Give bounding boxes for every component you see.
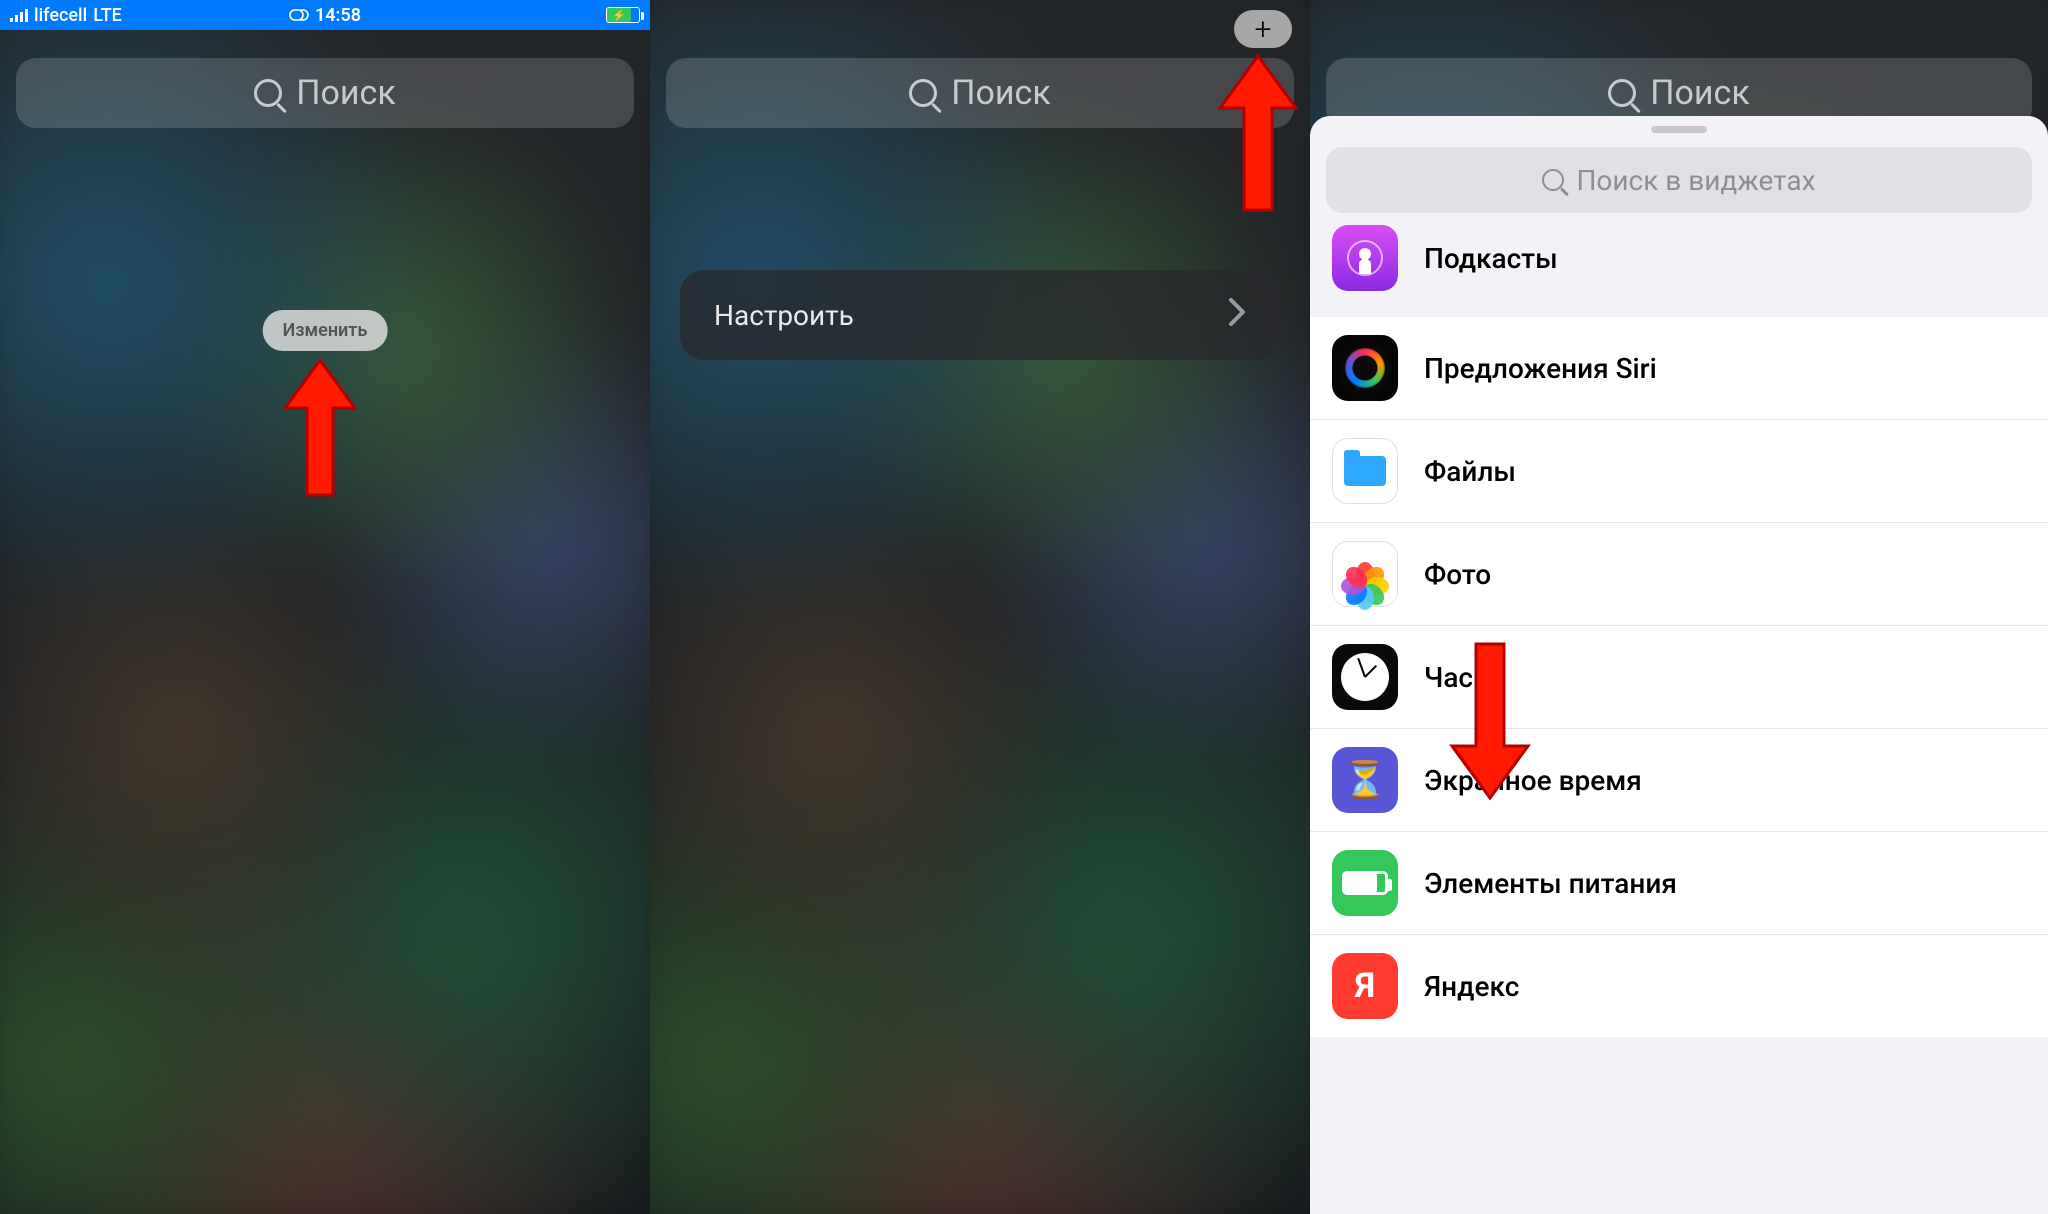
annotation-arrow-up [1208, 48, 1308, 218]
add-widget-button[interactable]: + [1234, 10, 1292, 48]
widget-row-siri[interactable]: Предложения Siri [1310, 317, 2048, 420]
annotation-arrow-down [1440, 636, 1540, 806]
plus-icon: + [1255, 12, 1272, 47]
widget-row-podcasts[interactable]: Подкасты [1310, 221, 2048, 317]
widget-list: Подкасты Предложения Siri Файлы [1310, 221, 2048, 1037]
screenshot-step-3: Поиск Поиск в виджетах Подкасты Предложе… [1310, 0, 2048, 1214]
search-field[interactable]: Поиск [16, 58, 634, 128]
yandex-icon: Я [1332, 953, 1398, 1019]
status-time: 14:58 [315, 5, 361, 26]
screenshot-step-1: lifecell LTE 14:58 ⚡ Поиск Изменить [0, 0, 650, 1214]
link-icon [289, 9, 309, 21]
widget-search-field[interactable]: Поиск в виджетах [1326, 147, 2032, 213]
widget-picker-sheet: Поиск в виджетах Подкасты Предложения Si… [1310, 116, 2048, 1214]
search-icon [909, 79, 937, 107]
carrier-label: lifecell [34, 5, 87, 26]
search-placeholder: Поиск [951, 73, 1050, 113]
widget-row-clock[interactable]: Часы [1310, 626, 2048, 729]
chevron-right-icon [1228, 297, 1246, 334]
signal-icon [10, 8, 28, 22]
siri-icon [1332, 335, 1398, 401]
screenshot-step-2: + Поиск Настроить [650, 0, 1310, 1214]
widget-row-yandex[interactable]: Я Яндекс [1310, 935, 2048, 1037]
files-icon [1332, 438, 1398, 504]
widget-row-files[interactable]: Файлы [1310, 420, 2048, 523]
hourglass-icon: ⏳ [1343, 759, 1388, 801]
widget-row-photos[interactable]: Фото [1310, 523, 2048, 626]
widget-row-screentime[interactable]: ⏳ Экранное время [1310, 729, 2048, 832]
widget-label: Подкасты [1424, 242, 1558, 275]
search-icon [1542, 169, 1564, 191]
status-bar: lifecell LTE 14:58 ⚡ [0, 0, 650, 30]
widget-label: Яндекс [1424, 970, 1519, 1003]
widget-label: Предложения Siri [1424, 352, 1657, 385]
widget-row-batteries[interactable]: Элементы питания [1310, 832, 2048, 935]
widget-label: Файлы [1424, 455, 1516, 488]
widget-search-placeholder: Поиск в виджетах [1576, 164, 1815, 197]
configure-label: Настроить [714, 299, 854, 332]
search-placeholder: Поиск [1650, 73, 1749, 113]
annotation-arrow-up [270, 350, 370, 500]
search-field[interactable]: Поиск [666, 58, 1294, 128]
photos-icon [1332, 541, 1398, 607]
battery-icon: ⚡ [606, 7, 640, 23]
clock-icon [1332, 644, 1398, 710]
blurred-background [0, 0, 650, 1214]
search-icon [1608, 79, 1636, 107]
configure-widget-card[interactable]: Настроить [680, 270, 1280, 360]
widget-label: Элементы питания [1424, 867, 1677, 900]
edit-button[interactable]: Изменить [263, 310, 388, 351]
batteries-icon [1332, 850, 1398, 916]
network-label: LTE [93, 5, 122, 26]
podcasts-icon [1332, 225, 1398, 291]
sheet-grabber[interactable] [1651, 126, 1707, 133]
widget-label: Фото [1424, 558, 1491, 591]
search-placeholder: Поиск [296, 73, 395, 113]
search-icon [254, 79, 282, 107]
screentime-icon: ⏳ [1332, 747, 1398, 813]
